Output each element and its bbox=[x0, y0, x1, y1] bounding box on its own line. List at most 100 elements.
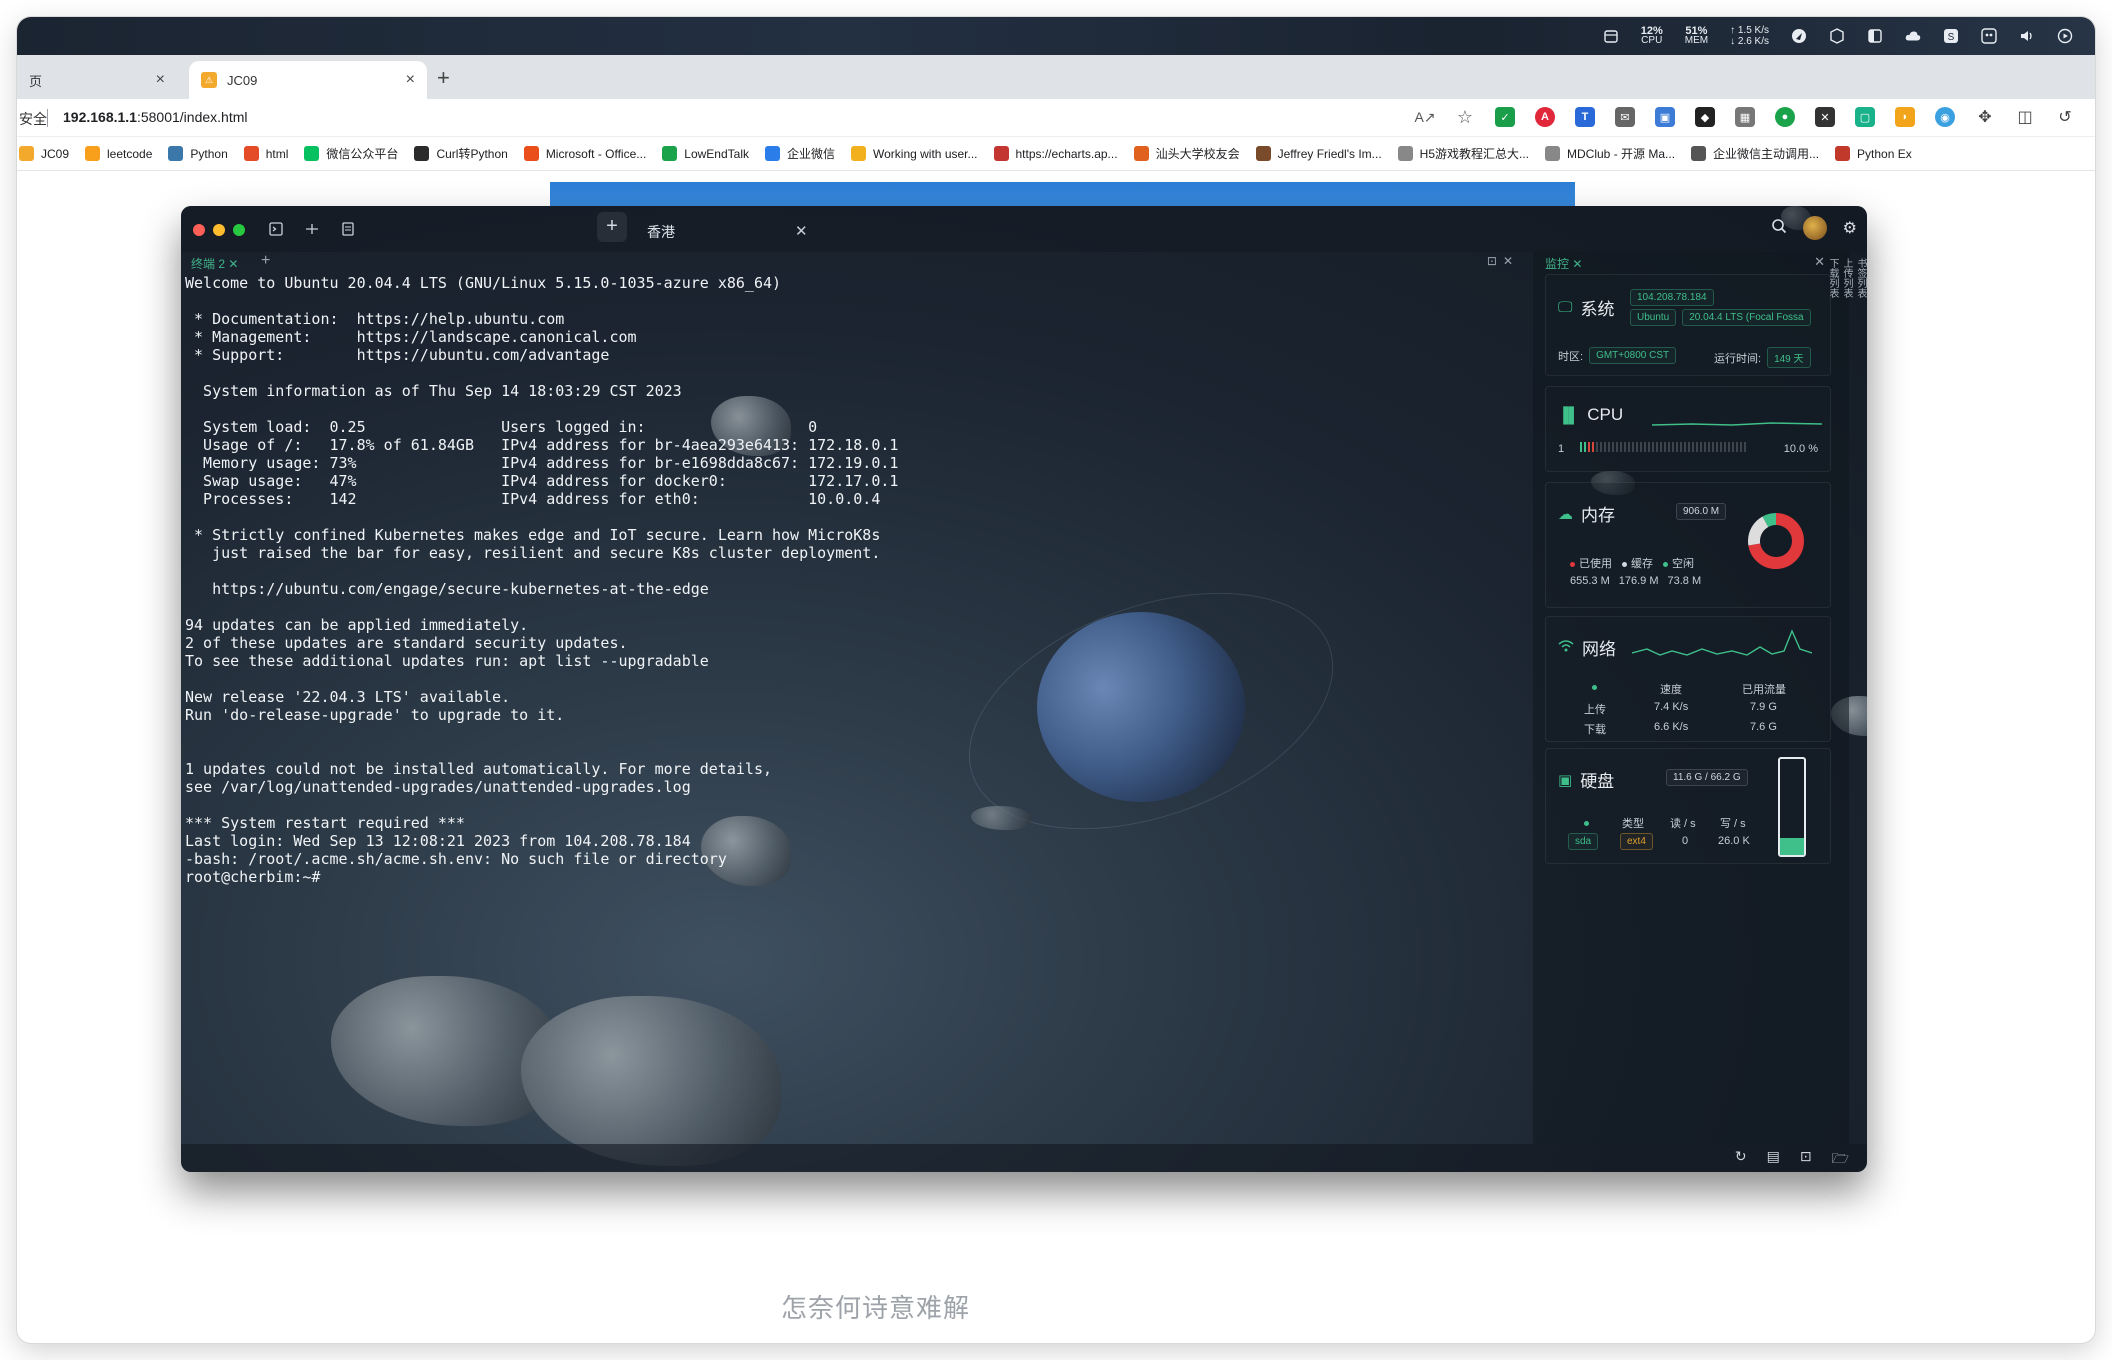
refresh-icon[interactable]: ↻ bbox=[1735, 1148, 1747, 1172]
bookmark-item[interactable]: MDClub - 开源 Ma... bbox=[1545, 145, 1675, 162]
gear-icon[interactable]: ⚙ bbox=[1843, 218, 1857, 238]
extensions-icon[interactable]: ✥ bbox=[1975, 107, 1995, 127]
star-icon[interactable]: ☆ bbox=[1455, 107, 1475, 127]
close-icon[interactable]: × bbox=[406, 71, 415, 89]
photo-icon[interactable]: ▣ bbox=[1655, 107, 1675, 127]
mem-stat[interactable]: 51% MEM bbox=[1685, 26, 1708, 46]
chat-icon[interactable]: ◉ bbox=[1935, 107, 1955, 127]
translate-icon[interactable]: T bbox=[1575, 107, 1595, 127]
cpu-tick bbox=[1620, 442, 1622, 452]
url-field[interactable]: 192.168.1.1:58001/index.html bbox=[63, 109, 248, 125]
sidebar-icon[interactable] bbox=[1867, 28, 1883, 44]
search-icon[interactable] bbox=[1771, 218, 1787, 239]
bookmark-item[interactable]: Working with user... bbox=[851, 146, 978, 161]
add-session-button[interactable]: + bbox=[597, 212, 627, 242]
monitor-tab[interactable]: 监控 ✕ bbox=[1545, 255, 1582, 272]
bookmark-item[interactable]: 汕头大学校友会 bbox=[1133, 145, 1240, 162]
split-screen-icon[interactable]: ◫ bbox=[2015, 107, 2035, 127]
avatar[interactable] bbox=[1802, 216, 1827, 240]
bookmark-item[interactable]: Microsoft - Office... bbox=[523, 146, 647, 161]
cloud-icon[interactable] bbox=[1905, 28, 1921, 44]
divider bbox=[47, 109, 48, 127]
legend-free: 空闲 bbox=[1663, 555, 1694, 571]
bookmark-item[interactable]: leetcode bbox=[85, 146, 152, 161]
bookmark-favicon-icon bbox=[1397, 146, 1413, 161]
new-tab-button[interactable]: + bbox=[437, 65, 450, 91]
side-tab-uploads[interactable]: 上传列表 bbox=[1839, 258, 1853, 298]
bookmark-item[interactable]: 微信公众平台 bbox=[304, 145, 398, 162]
wifi-icon bbox=[1558, 639, 1574, 657]
volume-icon[interactable] bbox=[2019, 28, 2035, 44]
bookmark-item[interactable]: Curl转Python bbox=[414, 145, 508, 162]
navigation-icon[interactable] bbox=[1791, 28, 1807, 44]
calendar-icon[interactable] bbox=[1603, 28, 1619, 44]
terminal-line: * Management: https://landscape.canonica… bbox=[185, 328, 637, 346]
cpu-stat[interactable]: 12% CPU bbox=[1641, 26, 1663, 46]
read-aloud-icon[interactable]: A↗ bbox=[1414, 107, 1435, 127]
terminal-line: New release '22.04.3 LTS' available. bbox=[185, 688, 511, 706]
memory-total: 906.0 M bbox=[1676, 503, 1727, 520]
session-tab[interactable]: 香港 ✕ bbox=[421, 214, 808, 246]
security-indicator[interactable]: 安全 bbox=[19, 109, 47, 129]
mail-icon[interactable]: ✉ bbox=[1615, 107, 1635, 127]
close-window-button[interactable] bbox=[193, 224, 205, 236]
bookmark-label: JC09 bbox=[41, 146, 70, 161]
bookmark-item[interactable]: 企业微信 bbox=[765, 145, 835, 162]
app-s-icon[interactable]: S bbox=[1943, 28, 1959, 44]
diamond-icon[interactable]: ◆ bbox=[1695, 107, 1715, 127]
browser-tab-inactive[interactable]: 页 × bbox=[17, 61, 177, 99]
folder-icon[interactable]: 🗁 bbox=[1832, 1148, 1849, 1172]
pane-controls[interactable]: ⊡✕ bbox=[1487, 254, 1519, 268]
save-icon[interactable]: ▤ bbox=[1767, 1148, 1780, 1172]
add-terminal-button[interactable]: + bbox=[261, 252, 270, 270]
adblock-icon[interactable]: A bbox=[1535, 107, 1555, 127]
bookmark-item[interactable]: https://echarts.ap... bbox=[993, 146, 1118, 161]
memory-cache: 176.9 M bbox=[1618, 575, 1659, 587]
close-icon[interactable]: ✕ bbox=[1814, 254, 1825, 270]
close-icon[interactable]: × bbox=[156, 71, 165, 89]
cube-icon[interactable] bbox=[1829, 28, 1845, 44]
tab-manager-icon[interactable]: ▦ bbox=[1735, 107, 1755, 127]
cpu-tick bbox=[1680, 442, 1682, 452]
split-icon[interactable] bbox=[303, 220, 321, 238]
history-icon[interactable]: ↺ bbox=[2055, 107, 2075, 127]
bookmark-item[interactable]: H5游戏教程汇总大... bbox=[1397, 145, 1529, 162]
bookmark-label: Microsoft - Office... bbox=[545, 146, 647, 161]
cpu-card: ▐▌ CPU 1 10.0 % bbox=[1545, 386, 1831, 472]
bookmark-item[interactable]: Python bbox=[168, 146, 228, 161]
sftp-icon[interactable] bbox=[339, 220, 357, 238]
bookmark-item[interactable]: JC09 bbox=[19, 146, 69, 161]
wechat-work-icon[interactable] bbox=[1981, 28, 1997, 44]
terminal-output[interactable]: Welcome to Ubuntu 20.04.4 LTS (GNU/Linux… bbox=[185, 274, 1531, 1144]
side-tab-bookmarks[interactable]: 书签列表 bbox=[1853, 258, 1867, 298]
terminal-icon[interactable] bbox=[267, 220, 285, 238]
cpu-tick bbox=[1580, 442, 1582, 452]
shield-icon[interactable]: ✓ bbox=[1495, 107, 1515, 127]
terminal-tab[interactable]: 终端 2 ✕ bbox=[191, 255, 238, 272]
side-tab-downloads[interactable]: 下载列表 bbox=[1825, 258, 1839, 298]
zoom-window-button[interactable] bbox=[233, 224, 245, 236]
bookmark-item[interactable]: Jeffrey Friedl's Im... bbox=[1255, 146, 1382, 161]
bookmark-item[interactable]: 企业微信主动调用... bbox=[1691, 145, 1819, 162]
green-circle-icon[interactable]: ● bbox=[1775, 107, 1795, 127]
x-box-icon[interactable]: ✕ bbox=[1815, 107, 1835, 127]
cpu-usage: 10.0 % bbox=[1783, 443, 1818, 455]
bookmark-item[interactable]: html bbox=[243, 146, 288, 161]
ip-badge[interactable]: 104.208.78.184 bbox=[1630, 287, 1714, 306]
terminal-line: *** System restart required *** bbox=[185, 814, 465, 832]
media-icon[interactable] bbox=[2057, 28, 2073, 44]
terminal-icon[interactable]: ⊡ bbox=[1800, 1148, 1812, 1172]
bookmark-item[interactable]: Python Ex bbox=[1835, 146, 1912, 161]
bookmark-item[interactable]: LowEndTalk bbox=[662, 146, 749, 161]
terminal-tab-bar: 终端 2 ✕ + ⊡✕ bbox=[181, 252, 1531, 274]
bookmark-label: Python Ex bbox=[1857, 146, 1912, 161]
net-stat[interactable]: ↑ 1.5 K/s ↓ 2.6 K/s bbox=[1730, 25, 1769, 47]
browser-tab-active[interactable]: ⚠ JC09 × bbox=[189, 61, 427, 99]
minimize-window-button[interactable] bbox=[213, 224, 225, 236]
terminal-line: -bash: /root/.acme.sh/acme.sh.env: No su… bbox=[185, 850, 727, 868]
badge-icon[interactable]: ◗ bbox=[1895, 107, 1915, 127]
teal-box-icon[interactable]: ▢ bbox=[1855, 107, 1875, 127]
close-icon[interactable]: ✕ bbox=[795, 222, 808, 240]
